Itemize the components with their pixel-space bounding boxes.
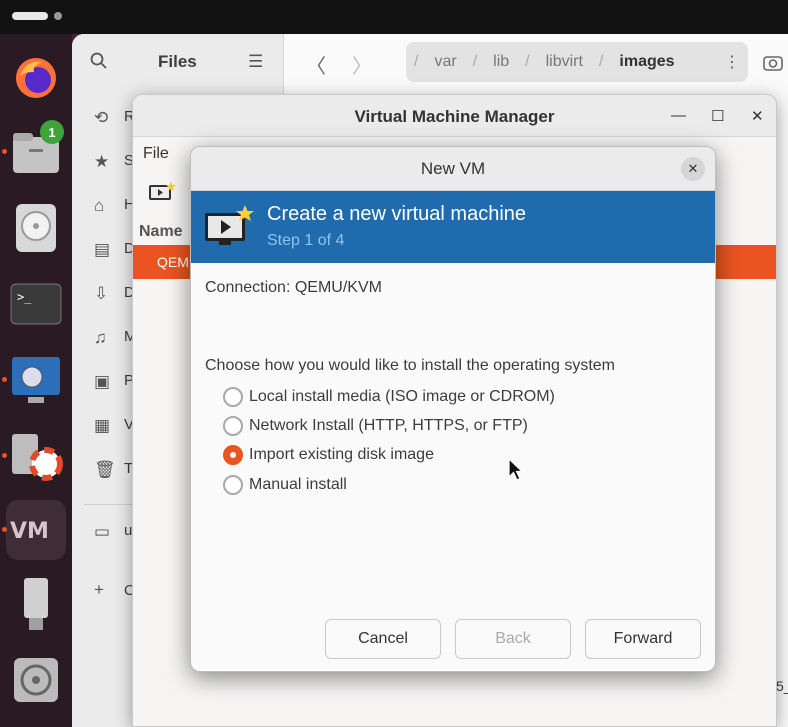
vmm-titlebar: Virtual Machine Manager — ☐ ✕: [133, 95, 776, 137]
firefox-icon: [16, 58, 56, 98]
minimize-icon[interactable]: —: [671, 107, 686, 124]
option-local-install[interactable]: Local install media (ISO image or CDROM): [223, 387, 555, 407]
dock-files[interactable]: 1: [2, 120, 66, 182]
option-label: Local install media (ISO image or CDROM): [249, 388, 555, 405]
path-segment[interactable]: var: [426, 53, 464, 71]
connection-label: Connection: QEMU/KVM: [205, 279, 382, 296]
plus-icon: +: [94, 580, 104, 599]
running-indicator: [2, 453, 7, 458]
radio-manual-install[interactable]: [223, 475, 243, 495]
disk-icon: [16, 204, 56, 252]
mouse-pointer-icon: [508, 458, 524, 481]
svg-text:VM: VM: [10, 519, 49, 544]
option-import-disk[interactable]: Import existing disk image: [223, 445, 434, 465]
optical-disc-icon: [14, 658, 58, 702]
dock-disks[interactable]: [6, 198, 66, 258]
banner-step: Step 1 of 4: [267, 232, 345, 249]
path-segment-current[interactable]: images: [611, 53, 682, 71]
svg-text:>_: >_: [17, 290, 32, 304]
back-arrow-icon[interactable]: 〈: [306, 50, 326, 79]
notification-badge: 1: [40, 120, 64, 144]
files-title: Files: [158, 52, 197, 71]
activities-indicator[interactable]: [12, 12, 48, 20]
dock-terminal[interactable]: >_: [6, 274, 66, 334]
download-icon: ⇩: [94, 284, 109, 303]
dock-firefox[interactable]: [6, 48, 66, 108]
dialog-title: New VM: [420, 159, 486, 178]
path-menu-icon[interactable]: ⋮: [716, 52, 748, 72]
video-icon: ▦: [94, 416, 111, 435]
dialog-close-button[interactable]: ✕: [681, 157, 705, 181]
drive-icon: ▭: [94, 522, 111, 541]
hamburger-menu-icon[interactable]: ☰: [248, 52, 263, 72]
monitor-media-icon: [12, 357, 60, 403]
dock-usb[interactable]: [6, 574, 66, 634]
terminal-icon: >_: [10, 283, 62, 325]
vmm-icon: VM: [10, 519, 49, 544]
forward-button[interactable]: Forward: [585, 619, 701, 659]
forward-arrow-icon[interactable]: 〉: [352, 50, 372, 79]
top-bar: [0, 0, 788, 34]
maximize-icon[interactable]: ☐: [711, 107, 724, 125]
close-icon: ✕: [687, 161, 699, 176]
trash-icon: 🗑: [94, 460, 116, 479]
home-icon: ⌂: [94, 196, 105, 215]
dock-media[interactable]: [2, 350, 66, 410]
image-icon: ▣: [94, 372, 111, 391]
running-indicator: [2, 527, 7, 532]
music-icon: ♫: [94, 328, 107, 347]
banner-title: Create a new virtual machine: [267, 203, 527, 225]
radio-network-install[interactable]: [223, 416, 243, 436]
star-icon: ★: [94, 152, 110, 171]
menu-file[interactable]: File: [143, 145, 169, 163]
path-segment[interactable]: libvirt: [538, 53, 591, 71]
option-label: Network Install (HTTP, HTTPS, or FTP): [249, 417, 528, 434]
dock-virt-manager[interactable]: VM: [2, 500, 66, 560]
path-segment[interactable]: lib: [485, 53, 517, 71]
dialog-banner: Create a new virtual machine Step 1 of 4: [191, 191, 715, 263]
new-vm-toolbar-icon[interactable]: [147, 179, 177, 205]
usb-drive-icon: [24, 578, 48, 630]
running-indicator: [2, 377, 7, 382]
radio-local-install[interactable]: [223, 387, 243, 407]
running-indicator: [2, 149, 7, 154]
path-bar: / var / lib / libvirt / images ⋮: [406, 42, 748, 82]
radio-import-disk[interactable]: [223, 445, 243, 465]
dock-backup[interactable]: [2, 426, 66, 486]
clock-icon: ⟲: [94, 108, 109, 127]
option-label: Manual install: [249, 476, 347, 493]
option-network-install[interactable]: Network Install (HTTP, HTTPS, or FTP): [223, 416, 528, 436]
option-manual-install[interactable]: Manual install: [223, 475, 347, 495]
close-icon[interactable]: ✕: [751, 107, 764, 125]
install-prompt: Choose how you would like to install the…: [205, 357, 615, 374]
option-label: Import existing disk image: [249, 446, 434, 463]
new-vm-dialog: New VM ✕ Create a new virtual machine St…: [190, 146, 716, 672]
back-button[interactable]: Back: [455, 619, 571, 659]
camera-icon[interactable]: [762, 52, 784, 72]
search-icon[interactable]: [90, 52, 108, 70]
workspace-dot[interactable]: [54, 12, 62, 20]
column-header-name[interactable]: Name: [139, 223, 183, 241]
dialog-titlebar: New VM ✕: [191, 147, 715, 191]
cancel-button[interactable]: Cancel: [325, 619, 441, 659]
dock: 1 >_ VM: [0, 34, 72, 727]
new-vm-icon: [205, 205, 254, 245]
lifebuoy-drive-icon: [12, 434, 63, 481]
document-icon: ▤: [94, 240, 111, 259]
edge-text-fragment: 5_: [776, 678, 788, 694]
dock-optical[interactable]: [6, 650, 66, 710]
